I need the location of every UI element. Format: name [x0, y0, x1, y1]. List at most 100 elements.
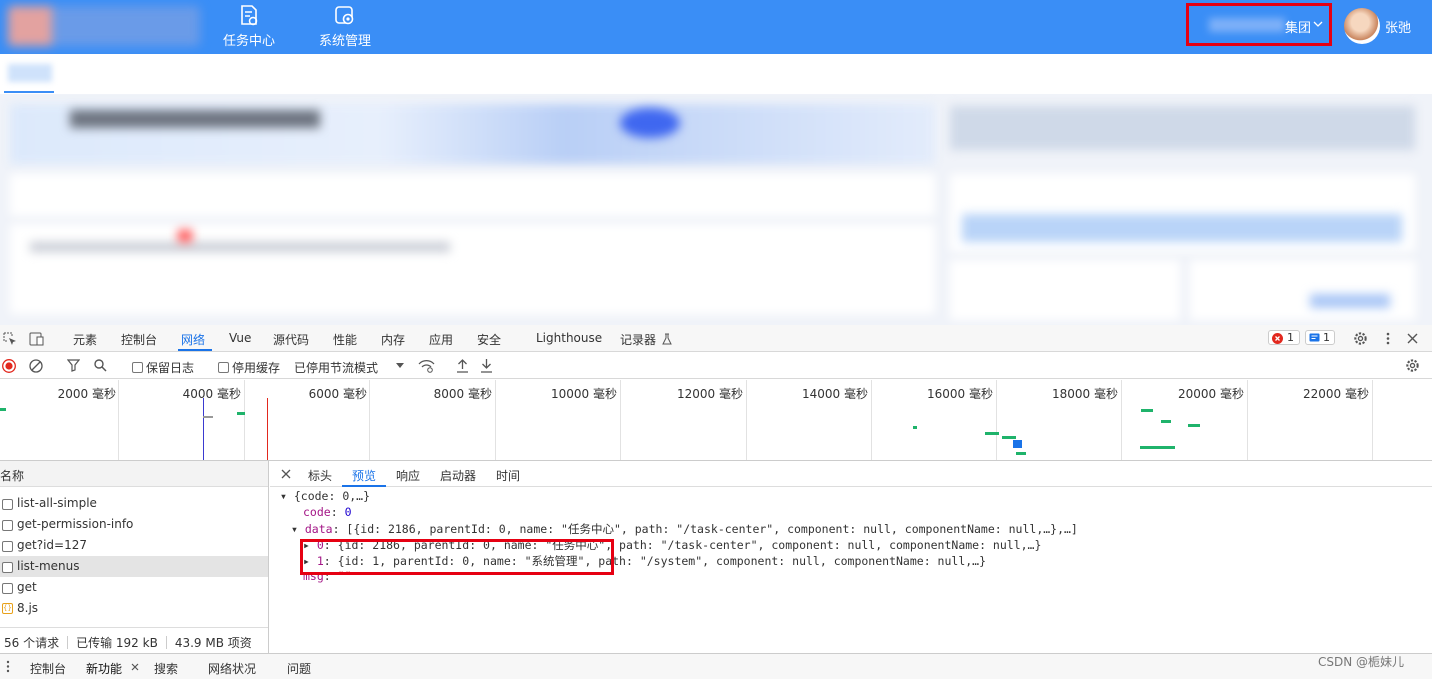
active-detail-tab-indicator	[342, 485, 386, 487]
timeline-request-bar	[237, 412, 245, 415]
flask-icon	[662, 333, 672, 345]
timeline-request-bar	[985, 432, 999, 435]
drawer-tab-network-conditions[interactable]: 网络状况	[208, 660, 256, 677]
request-count: 56 个请求	[4, 636, 60, 650]
tab-application[interactable]: 应用	[429, 331, 453, 348]
message-count-badge[interactable]: 1	[1305, 330, 1335, 345]
throttle-value: 已停用节流模式	[294, 361, 379, 375]
error-count-badge[interactable]: 1	[1268, 330, 1300, 345]
tab-memory[interactable]: 内存	[381, 331, 405, 348]
drawer-menu-icon[interactable]	[6, 660, 10, 673]
app-logo[interactable]	[8, 6, 200, 46]
tab-performance[interactable]: 性能	[333, 331, 357, 348]
blurred-app-content	[0, 54, 1432, 325]
request-row[interactable]: {} 8.js	[0, 598, 268, 619]
record-stop-icon[interactable]	[2, 359, 16, 373]
json-number: 0	[344, 505, 352, 519]
tab-elements[interactable]: 元素	[73, 331, 97, 348]
network-settings-gear-icon[interactable]	[1405, 358, 1420, 373]
timeline-gridline	[1247, 380, 1248, 460]
timeline-request-bar	[1140, 446, 1175, 449]
network-timeline-overview[interactable]: 2000 毫秒 4000 毫秒 6000 毫秒 8000 毫秒 10000 毫秒…	[0, 380, 1432, 461]
upload-icon[interactable]	[456, 358, 469, 373]
preserve-log-label: 保留日志	[146, 361, 195, 375]
org-switcher[interactable]: 集团	[1186, 3, 1332, 46]
nav-system-management[interactable]: 系统管理	[303, 0, 387, 54]
drawer-tab-console[interactable]: 控制台	[30, 660, 66, 677]
highlight-box	[300, 539, 614, 575]
close-icon[interactable]	[1407, 333, 1418, 344]
timeline-label: 18000 毫秒	[1052, 387, 1118, 401]
close-detail-icon[interactable]	[281, 469, 291, 479]
json-root-row[interactable]: ▾ {code: 0,…}	[280, 489, 370, 503]
preserve-log-checkbox[interactable]: 保留日志	[132, 359, 194, 376]
tab-network[interactable]: 网络	[181, 331, 205, 348]
tab-sources[interactable]: 源代码	[273, 331, 309, 348]
dom-content-loaded-marker	[203, 398, 204, 460]
download-icon[interactable]	[480, 358, 493, 373]
timeline-request-bar	[1161, 420, 1171, 423]
json-key: code	[303, 505, 331, 519]
tab-console[interactable]: 控制台	[121, 331, 157, 348]
disable-cache-checkbox[interactable]: 停用缓存	[218, 359, 280, 376]
tab-security[interactable]: 安全	[477, 331, 501, 348]
tab-recorder[interactable]: 记录器	[620, 331, 656, 348]
gear-icon[interactable]	[1353, 331, 1368, 346]
json-code-row: code: 0	[303, 505, 352, 519]
filter-icon[interactable]	[67, 359, 80, 372]
error-icon	[1272, 333, 1283, 344]
timeline-gridline	[1372, 380, 1373, 460]
tab-vue[interactable]: Vue	[229, 331, 251, 345]
json-key: data	[304, 522, 333, 536]
tab-response[interactable]: 响应	[396, 467, 420, 484]
message-icon	[1309, 333, 1320, 342]
file-icon	[2, 499, 13, 510]
throttle-select[interactable]: 已停用节流模式	[294, 359, 378, 376]
active-tab-indicator	[178, 349, 212, 351]
request-list-header[interactable]: 名称	[0, 461, 268, 487]
detail-tab-bar: 标头 预览 响应 启动器 时间	[270, 461, 1432, 487]
timeline-request-bar	[0, 408, 6, 411]
request-row-selected[interactable]: list-menus	[0, 556, 268, 577]
timeline-label: 22000 毫秒	[1303, 387, 1369, 401]
tab-initiator[interactable]: 启动器	[440, 467, 476, 484]
request-row[interactable]: get?id=127	[0, 535, 268, 556]
tabs-card-blurred	[10, 224, 935, 314]
inspect-element-icon[interactable]	[3, 332, 17, 346]
drawer-tab-whats-new[interactable]: 新功能	[86, 660, 122, 677]
request-name: list-all-simple	[17, 496, 97, 510]
system-settings-icon	[335, 6, 354, 25]
caret-down-icon[interactable]	[396, 363, 404, 369]
device-toolbar-icon[interactable]	[28, 332, 44, 346]
more-vertical-icon[interactable]	[1385, 331, 1391, 346]
clear-icon[interactable]	[29, 359, 43, 373]
json-data-row[interactable]: ▾ data: [{id: 2186, parentId: 0, name: "…	[291, 521, 1078, 537]
transferred-size: 已传输 192 kB	[76, 636, 158, 650]
close-icon[interactable]	[131, 663, 139, 671]
message-count: 1	[1323, 331, 1330, 344]
request-row[interactable]: list-all-simple	[0, 493, 268, 514]
drawer-tab-search[interactable]: 搜索	[154, 660, 178, 677]
timeline-gridline	[620, 380, 621, 460]
timeline-label: 2000 毫秒	[57, 387, 116, 401]
request-row[interactable]: get-permission-info	[0, 514, 268, 535]
json-root-summary: {code: 0,…}	[293, 489, 371, 503]
timeline-gridline	[369, 380, 370, 460]
org-label: 集团	[1285, 21, 1312, 36]
network-conditions-icon[interactable]	[418, 359, 435, 373]
tab-headers[interactable]: 标头	[308, 467, 332, 484]
load-event-marker	[267, 398, 268, 460]
tab-preview[interactable]: 预览	[352, 467, 376, 484]
user-name[interactable]: 张弛	[1385, 17, 1411, 36]
timeline-request-bar	[1013, 440, 1022, 448]
drawer-tab-issues[interactable]: 问题	[287, 660, 311, 677]
tab-lighthouse[interactable]: Lighthouse	[536, 331, 602, 345]
request-row[interactable]: get	[0, 577, 268, 598]
network-toolbar: 保留日志 停用缓存 已停用节流模式	[0, 352, 1432, 379]
avatar[interactable]	[1344, 8, 1380, 44]
page-tab-blurred[interactable]	[8, 64, 52, 82]
search-icon[interactable]	[94, 359, 107, 372]
nav-task-center[interactable]: 任务中心	[207, 0, 291, 54]
timeline-request-bar	[1016, 452, 1026, 455]
tab-timing[interactable]: 时间	[496, 467, 520, 484]
